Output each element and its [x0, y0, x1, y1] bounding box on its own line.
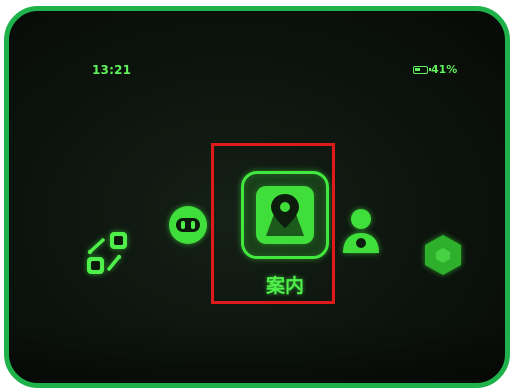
menu-item-hexagon[interactable] [421, 233, 465, 277]
translate-icon [87, 232, 127, 274]
robot-face-icon [169, 206, 207, 244]
status-bar: 13:21 41% [9, 11, 505, 91]
battery-indicator: 41% [413, 63, 457, 76]
clock-time: 13:21 [92, 63, 132, 77]
menu-item-translate[interactable] [81, 227, 135, 285]
battery-icon [413, 65, 431, 74]
hexagon-icon [425, 235, 461, 275]
menu-item-robot[interactable] [167, 204, 209, 246]
bottom-shade [9, 323, 505, 383]
menu-item-person[interactable] [341, 207, 381, 255]
highlight-box [211, 143, 335, 304]
person-icon [343, 209, 379, 253]
battery-percent: 41% [431, 63, 458, 76]
